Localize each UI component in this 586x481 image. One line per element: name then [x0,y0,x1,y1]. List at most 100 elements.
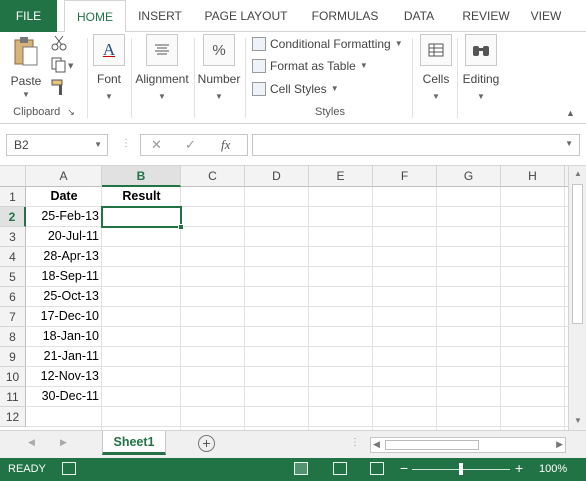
page-break-view-icon[interactable] [370,462,384,475]
enter-icon[interactable]: ✓ [185,137,196,153]
row-header-5[interactable]: 5 [0,267,26,287]
row-header-9[interactable]: 9 [0,347,26,367]
zoom-level[interactable]: 100% [539,463,567,475]
sheet-tab-sheet1[interactable]: Sheet1 [102,431,166,455]
chevron-down-icon: ▼ [359,61,368,70]
row-header-1[interactable]: 1 [0,187,26,207]
column-header-c[interactable]: C [181,166,245,187]
chevron-down-icon[interactable]: ▼ [6,90,46,99]
zoom-slider-thumb[interactable] [459,463,463,475]
cell-a9[interactable]: 21-Jan-11 [26,347,102,367]
vertical-scroll-thumb[interactable] [572,184,583,324]
row-header-2[interactable]: 2 [0,207,26,227]
active-cell-b2[interactable] [101,206,184,230]
new-sheet-button[interactable]: + [198,435,215,452]
chevron-down-icon[interactable]: ▼ [94,135,102,155]
cell-b1[interactable]: Result [102,187,181,207]
number-button[interactable]: % Number ▼ [196,34,242,101]
cell-a3[interactable]: 20-Jul-11 [26,227,102,247]
column-header-f[interactable]: F [373,166,437,187]
zoom-out-button[interactable]: − [400,460,408,476]
cell-a7[interactable]: 17-Dec-10 [26,307,102,327]
alignment-button[interactable]: Alignment ▼ [133,34,191,101]
column-header-b[interactable]: B [102,166,181,187]
column-header-e[interactable]: E [309,166,373,187]
worksheet-grid[interactable]: A B C D E F G H 1 2 3 4 5 6 7 8 9 10 11 … [0,166,568,430]
row-header-6[interactable]: 6 [0,287,26,307]
number-label: Number [197,72,241,86]
cell-a1[interactable]: Date [26,187,102,207]
insert-function-icon[interactable]: fx [221,137,230,153]
status-bar: READY − + 100% [0,458,586,481]
scroll-right-icon[interactable]: ▶ [556,439,563,450]
name-box[interactable]: B2 ▼ [6,134,108,156]
font-button[interactable]: A Font ▼ [91,34,127,101]
horizontal-scroll-thumb[interactable] [385,440,479,450]
group-divider [457,38,458,118]
editing-button[interactable]: Editing ▼ [460,34,502,101]
horizontal-scrollbar[interactable]: ◀ ▶ [370,437,566,453]
more-options-icon: ⋮ [121,138,131,149]
column-header-d[interactable]: D [245,166,309,187]
macro-record-icon[interactable] [62,462,76,475]
tab-home[interactable]: HOME [64,0,126,33]
zoom-in-button[interactable]: + [515,460,523,476]
next-sheet-icon[interactable]: ▶ [60,437,67,448]
normal-view-icon[interactable] [294,462,308,475]
tab-insert[interactable]: INSERT [130,0,190,32]
cell-a8[interactable]: 18-Jan-10 [26,327,102,347]
tab-page-layout[interactable]: PAGE LAYOUT [196,0,296,32]
cells-button[interactable]: Cells ▼ [418,34,454,101]
vertical-scrollbar[interactable]: ▲ ▼ [568,166,586,430]
paste-icon [10,36,42,68]
row-header-7[interactable]: 7 [0,307,26,327]
tab-review[interactable]: REVIEW [456,0,516,32]
format-painter-icon[interactable] [50,78,70,96]
cell-a11[interactable]: 30-Dec-11 [26,387,102,407]
cell-a4[interactable]: 28-Apr-13 [26,247,102,267]
formula-input[interactable]: ▼ [252,134,580,156]
row-header-10[interactable]: 10 [0,367,26,387]
column-header-g[interactable]: G [437,166,501,187]
copy-icon[interactable]: ▼ [50,56,76,74]
tab-formulas[interactable]: FORMULAS [304,0,386,32]
scroll-left-icon[interactable]: ◀ [373,439,380,450]
fill-handle[interactable] [178,224,184,230]
cell-a6[interactable]: 25-Oct-13 [26,287,102,307]
alignment-icon [146,34,178,66]
format-as-table-button[interactable]: Format as Table ▼ [252,56,368,76]
font-label: Font [96,72,121,86]
cell-a2[interactable]: 25-Feb-13 [26,207,102,227]
column-header-a[interactable]: A [26,166,102,187]
chevron-down-icon[interactable]: ▼ [565,139,573,148]
cancel-icon[interactable]: ✕ [151,137,162,153]
cell-a5[interactable]: 18-Sep-11 [26,267,102,287]
cut-icon[interactable] [50,34,70,52]
cell-a10[interactable]: 12-Nov-13 [26,367,102,387]
svg-text:▼: ▼ [68,62,74,70]
cells-icon [420,34,452,66]
group-divider [131,38,132,118]
row-header-4[interactable]: 4 [0,247,26,267]
select-all-corner[interactable] [0,166,26,187]
conditional-formatting-button[interactable]: Conditional Formatting ▼ [252,34,403,54]
cell-styles-button[interactable]: Cell Styles ▼ [252,79,339,99]
group-divider [194,38,195,118]
row-header-8[interactable]: 8 [0,327,26,347]
scroll-down-icon[interactable]: ▼ [569,416,586,425]
chevron-down-icon: ▼ [477,92,485,101]
dialog-launcher-icon[interactable]: ↘ [67,107,75,117]
tab-view[interactable]: VIEW [524,0,568,32]
paste-button[interactable]: Paste ▼ [6,36,46,99]
column-header-h[interactable]: H [501,166,565,187]
row-header-3[interactable]: 3 [0,227,26,247]
tab-data[interactable]: DATA [392,0,446,32]
row-header-12[interactable]: 12 [0,407,26,427]
page-layout-view-icon[interactable] [333,462,347,475]
scroll-up-icon[interactable]: ▲ [569,169,586,178]
prev-sheet-icon[interactable]: ◀ [28,437,35,448]
tab-file[interactable]: FILE [0,0,57,32]
sheet-tab-bar: ◀ ▶ Sheet1 + ⋮ ◀ ▶ [0,430,586,458]
collapse-ribbon-icon[interactable]: ▲ [566,108,575,118]
row-header-11[interactable]: 11 [0,387,26,407]
